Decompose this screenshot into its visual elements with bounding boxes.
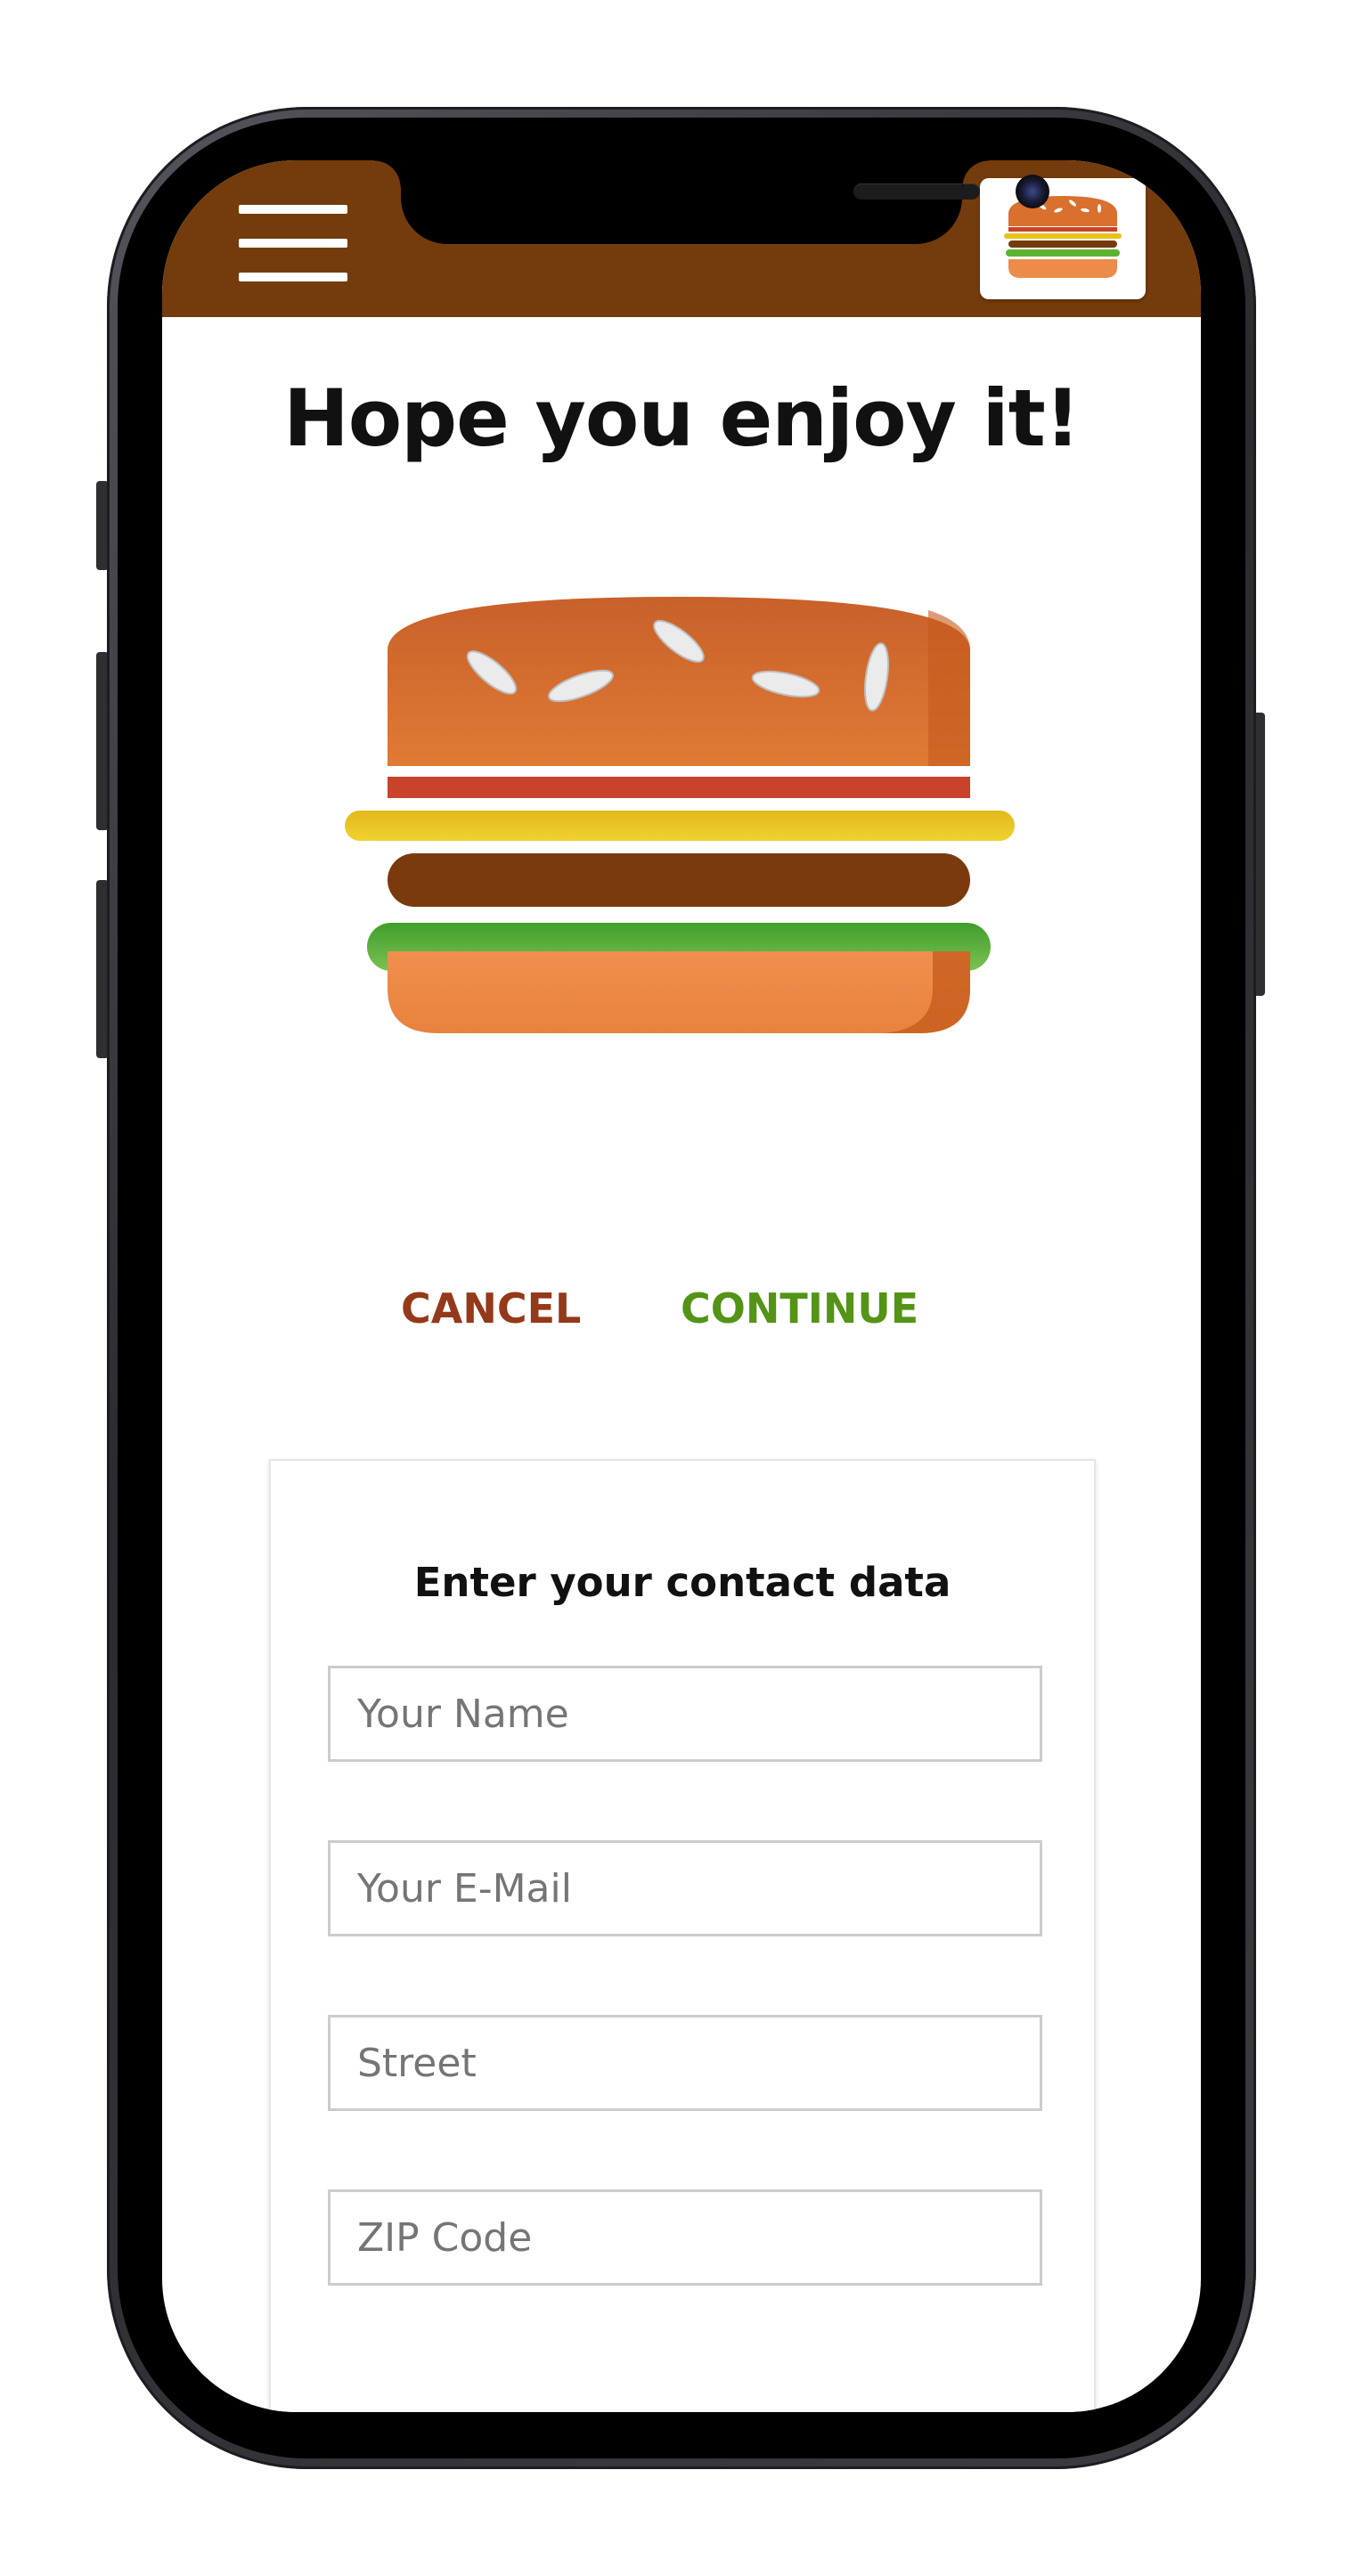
contact-form-card: Enter your contact data: [269, 1459, 1096, 2412]
burger-illustration-svg: [345, 597, 1015, 1033]
continue-button[interactable]: CONTINUE: [681, 1284, 918, 1333]
speaker-grille: [853, 183, 980, 200]
burger-icon: [305, 543, 1071, 1042]
contact-form-title: Enter your contact data: [413, 1559, 951, 1606]
burger-logo-svg: [1004, 196, 1122, 278]
phone-screen: Hope you enjoy it! CANCEL CONTINUE Enter…: [162, 160, 1201, 2412]
zip-code-input[interactable]: [328, 2189, 1042, 2286]
device-notch: [374, 160, 1049, 244]
email-input[interactable]: [328, 1840, 1042, 1936]
page-title: Hope you enjoy it!: [283, 372, 1081, 464]
name-input[interactable]: [328, 1666, 1042, 1762]
street-input[interactable]: [328, 2015, 1042, 2111]
front-camera-icon: [1016, 175, 1049, 208]
device-mockup: Hope you enjoy it! CANCEL CONTINUE Enter…: [0, 0, 1363, 2576]
cancel-button[interactable]: CANCEL: [401, 1284, 581, 1333]
burger-logo-icon[interactable]: [980, 178, 1146, 299]
hamburger-menu-icon[interactable]: [235, 205, 351, 281]
